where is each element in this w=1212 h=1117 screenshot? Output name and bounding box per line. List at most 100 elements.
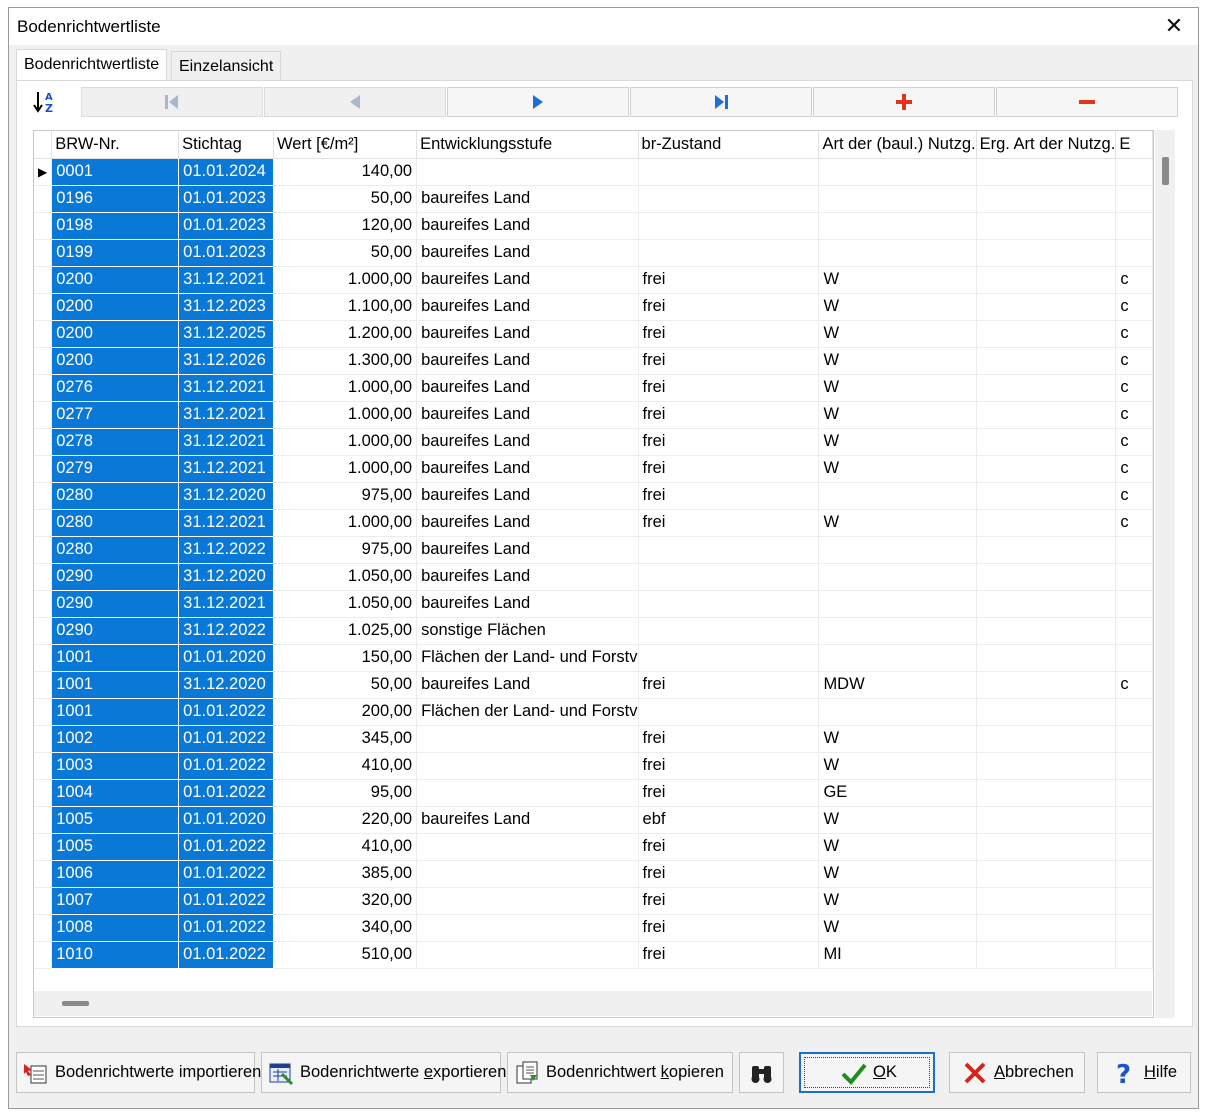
cell-art-nutzung[interactable] [818, 536, 977, 564]
table-row[interactable]: 1010 01.01.2022 510,00 frei MI [34, 941, 1153, 969]
cell-erg-art-nutzung[interactable] [976, 806, 1117, 834]
cell-wert[interactable]: 220,00 [273, 806, 418, 834]
table-row[interactable]: 0276 31.12.2021 1.000,00 baureifes Land frei… [34, 374, 1153, 402]
row-indicator[interactable] [34, 212, 53, 240]
table-row[interactable]: 1002 01.01.2022 345,00 frei W [34, 725, 1153, 753]
row-indicator[interactable] [34, 401, 53, 429]
row-indicator[interactable] [34, 644, 53, 672]
cell-wert[interactable]: 50,00 [273, 671, 418, 699]
cell-art-nutzung[interactable]: W [818, 347, 977, 375]
cell-brw-nr[interactable]: 0200 [51, 347, 180, 375]
cell-stichtag[interactable]: 31.12.2022 [178, 536, 275, 564]
col-header-erg-art-nutzung[interactable]: Erg. Art der Nutzg. [976, 131, 1117, 159]
row-indicator[interactable] [34, 266, 53, 294]
cell-brw-nr[interactable]: 1007 [51, 887, 180, 915]
cell-erg-art-nutzung[interactable] [976, 455, 1117, 483]
cell-erg-art-nutzung[interactable] [976, 536, 1117, 564]
row-indicator[interactable] [34, 617, 53, 645]
cell-e[interactable] [1115, 563, 1153, 591]
cell-wert[interactable]: 1.000,00 [273, 455, 418, 483]
col-header-stichtag[interactable]: Stichtag [178, 131, 275, 159]
cell-e[interactable] [1115, 941, 1153, 969]
cell-wert[interactable]: 95,00 [273, 779, 418, 807]
cell-e[interactable]: c [1115, 428, 1153, 456]
cell-erg-art-nutzung[interactable] [976, 482, 1117, 510]
cell-wert[interactable]: 1.100,00 [273, 293, 418, 321]
cell-stichtag[interactable]: 31.12.2021 [178, 590, 275, 618]
nav-prior-button[interactable] [264, 87, 446, 117]
cancel-button[interactable]: Abbrechen [949, 1052, 1085, 1093]
cell-entwicklungsstufe[interactable] [416, 914, 639, 942]
cell-art-nutzung[interactable] [818, 617, 977, 645]
cell-brw-nr[interactable]: 1001 [51, 644, 180, 672]
cell-br-zustand[interactable]: frei [638, 266, 820, 294]
cell-stichtag[interactable]: 31.12.2025 [178, 320, 275, 348]
cell-erg-art-nutzung[interactable] [976, 158, 1117, 186]
cell-br-zustand[interactable]: frei [638, 347, 820, 375]
cell-entwicklungsstufe[interactable]: baureifes Land [416, 401, 639, 429]
cell-brw-nr[interactable]: 0199 [51, 239, 180, 267]
cell-wert[interactable]: 120,00 [273, 212, 418, 240]
cell-stichtag[interactable]: 31.12.2022 [178, 617, 275, 645]
cell-brw-nr[interactable]: 0196 [51, 185, 180, 213]
cell-wert[interactable]: 1.000,00 [273, 509, 418, 537]
cell-erg-art-nutzung[interactable] [976, 644, 1117, 672]
row-indicator[interactable]: ▶ [34, 158, 53, 186]
cell-e[interactable] [1115, 617, 1153, 645]
cell-stichtag[interactable]: 31.12.2021 [178, 374, 275, 402]
cell-br-zustand[interactable]: frei [638, 860, 820, 888]
cell-br-zustand[interactable] [638, 185, 820, 213]
row-indicator[interactable] [34, 509, 53, 537]
vertical-scrollbar[interactable] [1155, 130, 1175, 1018]
cell-erg-art-nutzung[interactable] [976, 833, 1117, 861]
table-row[interactable]: 0200 31.12.2021 1.000,00 baureifes Land frei… [34, 266, 1153, 294]
cell-br-zustand[interactable]: frei [638, 725, 820, 753]
cell-erg-art-nutzung[interactable] [976, 563, 1117, 591]
row-indicator[interactable] [34, 563, 53, 591]
cell-erg-art-nutzung[interactable] [976, 590, 1117, 618]
col-header-br-zustand[interactable]: br-Zustand [638, 131, 820, 159]
cell-wert[interactable]: 1.000,00 [273, 266, 418, 294]
cell-erg-art-nutzung[interactable] [976, 185, 1117, 213]
table-row[interactable]: 0280 31.12.2022 975,00 baureifes Land [34, 536, 1153, 564]
cell-brw-nr[interactable]: 0200 [51, 266, 180, 294]
cell-br-zustand[interactable]: frei [638, 374, 820, 402]
table-row[interactable]: 0280 31.12.2020 975,00 baureifes Land frei c [34, 482, 1153, 510]
cell-erg-art-nutzung[interactable] [976, 320, 1117, 348]
cell-art-nutzung[interactable]: W [818, 293, 977, 321]
cell-stichtag[interactable]: 31.12.2020 [178, 671, 275, 699]
cell-stichtag[interactable]: 01.01.2022 [178, 941, 275, 969]
cell-stichtag[interactable]: 01.01.2022 [178, 833, 275, 861]
cell-e[interactable]: c [1115, 671, 1153, 699]
cell-art-nutzung[interactable]: W [818, 509, 977, 537]
cell-brw-nr[interactable]: 0200 [51, 293, 180, 321]
col-header-art-nutzung[interactable]: Art der (baul.) Nutzg. [818, 131, 977, 159]
table-row[interactable]: 0200 31.12.2025 1.200,00 baureifes Land frei… [34, 320, 1153, 348]
cell-br-zustand[interactable]: frei [638, 887, 820, 915]
cell-art-nutzung[interactable] [818, 212, 977, 240]
cell-entwicklungsstufe[interactable] [416, 941, 639, 969]
cell-erg-art-nutzung[interactable] [976, 428, 1117, 456]
cell-entwicklungsstufe[interactable]: baureifes Land [416, 806, 639, 834]
tab-bodenrichtwertliste[interactable]: Bodenrichtwertliste [16, 49, 168, 81]
nav-first-button[interactable] [81, 87, 263, 117]
cell-stichtag[interactable]: 31.12.2026 [178, 347, 275, 375]
cell-brw-nr[interactable]: 0276 [51, 374, 180, 402]
cell-stichtag[interactable]: 01.01.2023 [178, 239, 275, 267]
cell-stichtag[interactable]: 31.12.2020 [178, 482, 275, 510]
cell-br-zustand[interactable] [638, 239, 820, 267]
cell-brw-nr[interactable]: 1005 [51, 833, 180, 861]
cell-entwicklungsstufe[interactable] [416, 833, 639, 861]
cell-brw-nr[interactable]: 0280 [51, 509, 180, 537]
cell-erg-art-nutzung[interactable] [976, 698, 1117, 726]
cell-wert[interactable]: 410,00 [273, 833, 418, 861]
row-indicator[interactable] [34, 725, 53, 753]
nav-next-button[interactable] [447, 87, 629, 117]
cell-stichtag[interactable]: 01.01.2022 [178, 779, 275, 807]
cell-stichtag[interactable]: 01.01.2020 [178, 644, 275, 672]
cell-entwicklungsstufe[interactable]: baureifes Land [416, 536, 639, 564]
cell-br-zustand[interactable] [638, 617, 820, 645]
copy-button[interactable]: Bodenrichtwert kopieren [507, 1052, 733, 1093]
cell-entwicklungsstufe[interactable]: Flächen der Land- und Forstv [416, 644, 639, 672]
cell-entwicklungsstufe[interactable]: baureifes Land [416, 239, 639, 267]
